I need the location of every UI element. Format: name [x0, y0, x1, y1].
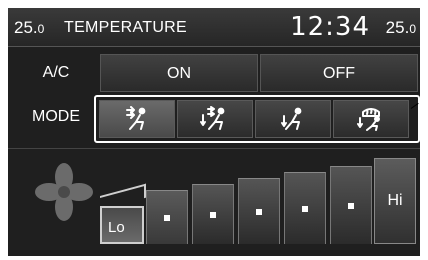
passenger-temp-decimal: 0: [409, 22, 416, 36]
status-bar: 25.0 TEMPERATURE 12:34 25.0: [8, 8, 420, 47]
ac-label: A/C: [42, 64, 70, 81]
section-divider: [8, 148, 420, 149]
fan-icon: [35, 163, 93, 221]
driver-temp-whole: 25.: [14, 18, 38, 37]
clock: 12:34: [290, 12, 370, 42]
driver-temp-decimal: 0: [37, 22, 45, 36]
climate-screen: 25.0 TEMPERATURE 12:34 25.0 A/C ON OFF M…: [8, 8, 420, 256]
mode-button-floor-defrost[interactable]: [333, 100, 409, 138]
driver-temperature[interactable]: 25.0: [14, 18, 44, 38]
fan-level-hi[interactable]: Hi: [374, 158, 416, 244]
bilevel-icon: [200, 106, 225, 130]
mode-label: MODE: [32, 108, 80, 125]
fan-level-lo[interactable]: Lo: [100, 206, 144, 244]
fan-level-3[interactable]: [192, 184, 234, 244]
ac-off-button[interactable]: OFF: [260, 54, 418, 92]
passenger-temp-whole: 25.: [385, 18, 410, 37]
fan-level-2[interactable]: [146, 190, 188, 244]
level-dot: [302, 205, 308, 212]
fan-level-5[interactable]: [284, 172, 326, 244]
fan-lo-label: Lo: [108, 219, 125, 236]
fan-level-6[interactable]: [330, 166, 372, 244]
mode-button-bilevel[interactable]: [177, 100, 253, 138]
page-title: TEMPERATURE: [64, 19, 188, 36]
mode-button-floor[interactable]: [255, 100, 331, 138]
ac-on-button[interactable]: ON: [100, 54, 258, 92]
level-dot: [256, 208, 262, 215]
vent-face-icon: [126, 106, 146, 130]
passenger-temperature[interactable]: 25.0: [386, 18, 416, 38]
level-dot: [164, 214, 170, 221]
floor-defrost-icon: [357, 108, 380, 131]
level-dot: [210, 211, 216, 218]
fan-level-4[interactable]: [238, 178, 280, 244]
floor-icon: [281, 107, 302, 130]
mode-button-vent[interactable]: [99, 100, 175, 138]
level-dot: [348, 202, 354, 209]
